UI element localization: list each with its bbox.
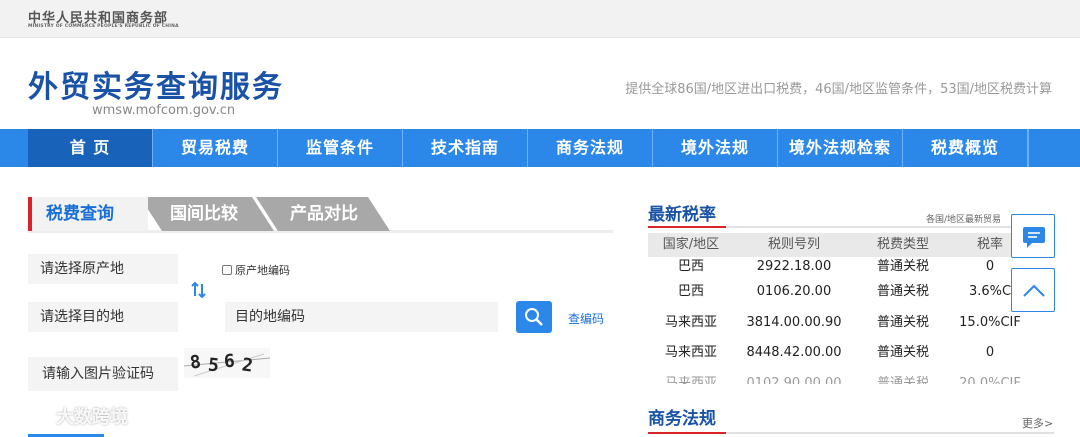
cell-country: 马来西亚 (664, 314, 717, 330)
site-domain: wmsw.mofcom.gov.cn (92, 103, 236, 118)
cell-tariff-code: 2922.18.00 (756, 259, 832, 274)
table-row[interactable]: 巴西 0106.20.00 普通关税 3.6%C (648, 277, 1028, 308)
latest-rates-note[interactable]: 各国/地区最新贸易 (926, 212, 1016, 225)
cell-tariff-code: 0102.90.00.00 (746, 375, 842, 385)
table-row[interactable]: 马来西亚 0102.90.00.00 普通关税 20.0%CIF (648, 369, 1028, 385)
online-service-button[interactable] (1011, 214, 1055, 258)
cell-tax-type: 普通关税 (876, 284, 929, 299)
nav-foreign-law-search[interactable]: 境外法规检索 (778, 129, 903, 167)
search-icon (525, 308, 543, 326)
back-to-top-button[interactable] (1011, 268, 1055, 312)
ministry-logo-en: MINISTRY OF COMMERCE PEOPLE'S REPUBLIC O… (28, 24, 179, 29)
watermark-text: 大数跨境 (56, 407, 128, 428)
commerce-laws-more-link[interactable]: 更多> (1022, 415, 1053, 431)
chat-icon (1023, 227, 1045, 248)
captcha-image[interactable]: 8 5 6 2 (184, 348, 270, 378)
cell-tax-type: 普通关税 (876, 314, 929, 330)
latest-rates-title: 最新税率 (648, 205, 716, 225)
swap-icon[interactable] (189, 280, 209, 300)
cell-tariff-code: 0106.20.00 (756, 284, 832, 299)
table-header: 国家/地区 税则号列 税费类型 税率 (648, 233, 1028, 257)
latest-rates-table: 国家/地区 税则号列 税费类型 税率 巴西 2922.18.00 普通关税 0 … (648, 233, 1028, 384)
ministry-topbar: 中华人民共和国商务部 MINISTRY OF COMMERCE PEOPLE'S… (0, 0, 1080, 38)
origin-code-label: 原产地编码 (235, 264, 290, 277)
table-row[interactable]: 马来西亚 8448.42.00.00 普通关税 0 (648, 338, 1028, 369)
tab-tax-query[interactable]: 税费查询 (28, 197, 148, 231)
chevron-up-icon (1023, 284, 1045, 297)
cell-rate: 0 (985, 345, 995, 360)
nav-tax-overview[interactable]: 税费概览 (903, 129, 1028, 167)
query-tabs: 产品对比 国间比较 税费查询 (28, 197, 613, 233)
cell-country: 马来西亚 (664, 345, 717, 360)
commerce-laws-title: 商务法规 (648, 409, 716, 429)
origin-select[interactable]: 请选择原产地 (28, 254, 178, 284)
nav-home[interactable]: 首 页 (28, 129, 153, 167)
destination-code-input[interactable]: 目的地编码 (225, 302, 498, 332)
cell-tax-type: 普通关税 (876, 345, 929, 360)
origin-code-checkbox[interactable]: 原产地编码 (222, 262, 290, 278)
nav-commerce-laws[interactable]: 商务法规 (528, 129, 653, 167)
cell-rate: 20.0%CIF (959, 375, 1021, 385)
rates-scroll-area[interactable]: 巴西 2922.18.00 普通关税 0 巴西 0106.20.00 普通关税 … (648, 257, 1028, 384)
rates-divider-accent (648, 226, 726, 228)
captcha-char: 5 (206, 354, 220, 377)
search-button[interactable] (516, 301, 552, 333)
table-row[interactable]: 马来西亚 3814.00.00.90 普通关税 15.0%CIF (648, 308, 1028, 339)
tab-country-compare[interactable]: 国间比较 (140, 197, 274, 231)
column-header: 税费类型 (876, 237, 929, 252)
nav-technical-guide[interactable]: 技术指南 (403, 129, 528, 167)
nav-regulatory-conditions[interactable]: 监管条件 (278, 129, 403, 167)
cell-country: 巴西 (677, 259, 704, 274)
cell-tariff-code: 3814.00.00.90 (746, 314, 842, 330)
watermark-logo-icon (14, 408, 49, 424)
nav-trade-tax[interactable]: 贸易税费 (153, 129, 278, 167)
cell-country: 马来西亚 (664, 375, 717, 385)
column-header: 国家/地区 (662, 237, 720, 252)
nav-filler (1028, 129, 1080, 167)
captcha-input[interactable]: 请输入图片验证码 (28, 357, 178, 391)
cell-tariff-code: 8448.42.00.00 (746, 345, 842, 360)
checkbox-box[interactable] (222, 265, 232, 275)
nav-foreign-laws[interactable]: 境外法规 (653, 129, 778, 167)
main-nav: 首 页 贸易税费 监管条件 技术指南 商务法规 境外法规 境外法规检索 税费概览 (0, 129, 1080, 167)
lookup-code-link[interactable]: 查编码 (568, 310, 604, 327)
table-row[interactable]: 巴西 2922.18.00 普通关税 0 (648, 257, 1028, 277)
captcha-char: 6 (223, 350, 236, 373)
column-header: 税则号列 (767, 237, 820, 252)
tab-product-compare[interactable]: 产品对比 (256, 197, 390, 231)
destination-select[interactable]: 请选择目的地 (28, 302, 178, 332)
site-title[interactable]: 外贸实务查询服务 (28, 62, 284, 106)
laws-divider-accent (648, 432, 726, 434)
cell-country: 巴西 (677, 284, 704, 299)
cell-tax-type: 普通关税 (876, 375, 929, 385)
watermark: 大数跨境 (12, 403, 128, 429)
cell-tax-type: 普通关税 (876, 259, 929, 274)
site-description: 提供全球86国/地区进出口税费，46国/地区监管条件，53国/地区税费计算 (625, 82, 1052, 97)
